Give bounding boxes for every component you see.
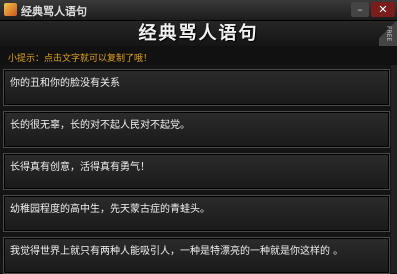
minimize-button[interactable]: – [351, 2, 369, 17]
list-item[interactable]: 幼稚园程度的高中生，先天蒙古症的青蛙头。 [3, 195, 390, 232]
title-bar: 经典骂人语句 – ✕ [0, 0, 397, 21]
item-text[interactable]: 长的很无辜，长的对不起人民对不起党。 [10, 116, 190, 131]
phrase-list: 你的丑和你的脸没有关系 长的很无辜，长的对不起人民对不起党。 长得真有创意，活得… [0, 65, 397, 274]
banner-title: 经典骂人语句 [138, 23, 259, 44]
scrollbar[interactable] [391, 65, 397, 273]
free-badge: FREE [379, 21, 397, 46]
list-item[interactable]: 你的丑和你的脸没有关系 [3, 69, 390, 106]
item-text[interactable]: 我觉得世界上就只有两种人能吸引人，一种是特漂亮的一种就是你这样的 。 [10, 242, 343, 257]
list-item[interactable]: 我觉得世界上就只有两种人能吸引人，一种是特漂亮的一种就是你这样的 。 [3, 237, 390, 274]
list-item[interactable]: 长的很无辜，长的对不起人民对不起党。 [3, 111, 390, 148]
app-icon [4, 3, 17, 16]
item-text[interactable]: 长得真有创意，活得真有勇气！ [10, 158, 150, 173]
hint-text: 小提示：点击文字就可以复制了哦！ [8, 54, 153, 64]
item-text[interactable]: 你的丑和你的脸没有关系 [10, 74, 120, 89]
list-item[interactable]: 长得真有创意，活得真有勇气！ [3, 153, 390, 190]
close-button[interactable]: ✕ [371, 2, 395, 17]
app-header: 经典骂人语句 FREE [0, 21, 397, 46]
window-title: 经典骂人语句 [21, 5, 87, 18]
item-text[interactable]: 幼稚园程度的高中生，先天蒙古症的青蛙头。 [10, 200, 210, 215]
